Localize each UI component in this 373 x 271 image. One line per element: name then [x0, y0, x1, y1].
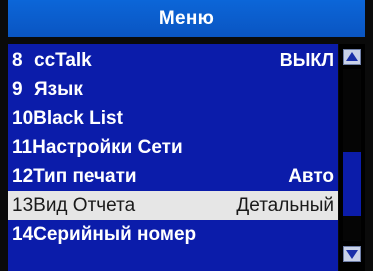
menu-item-label: ccTalk: [34, 49, 92, 71]
menu-item-label: Язык: [34, 78, 83, 100]
menu-item-black-list[interactable]: 10 Black List: [8, 104, 338, 133]
menu-item-number: 14: [12, 223, 34, 245]
menu-item-label: Настройки Сети: [32, 136, 183, 158]
menu-item-number: 10: [12, 107, 34, 129]
menu-item-label-group: 14 Серийный номер: [12, 224, 196, 246]
menu-item-label-group: 12 Тип печати: [12, 166, 137, 188]
menu-item-serial-number[interactable]: 14 Серийный номер: [8, 220, 338, 249]
menu-item-label-group: 10 Black List: [12, 108, 123, 130]
menu-item-value: Детальный: [236, 194, 334, 216]
menu-item-label-group: 13 Вид Отчета: [12, 195, 135, 217]
menu-item-number: 12: [12, 165, 34, 187]
menu-item-label: Серийный номер: [33, 223, 197, 245]
menu-item-report-type[interactable]: 13 Вид Отчета Детальный: [8, 191, 338, 220]
menu-list: 8 ccTalk ВЫКЛ 9 Язык 10 Black List 11 На…: [8, 44, 338, 271]
menu-item-label: Тип печати: [33, 165, 137, 187]
device-screen: Меню 8 ccTalk ВЫКЛ 9 Язык 10 Black List: [0, 0, 373, 271]
scroll-up-button[interactable]: [343, 49, 361, 65]
menu-item-number: 9: [12, 78, 23, 100]
up-arrow-icon: [344, 50, 360, 64]
menu-item-value: Авто: [288, 165, 334, 187]
menu-item-label: Вид Отчета: [33, 194, 136, 216]
menu-item-label-group: 9 Язык: [12, 79, 83, 101]
menu-item-number: 11: [12, 136, 33, 158]
menu-title-bar: Меню: [8, 0, 365, 37]
menu-title: Меню: [158, 7, 215, 29]
menu-item-value: ВЫКЛ: [279, 50, 334, 70]
menu-item-language[interactable]: 9 Язык: [8, 75, 338, 104]
menu-item-label-group: 11 Настройки Сети: [12, 137, 183, 159]
down-arrow-icon: [344, 247, 360, 261]
menu-item-print-type[interactable]: 12 Тип печати Авто: [8, 162, 338, 191]
scrollbar[interactable]: [339, 44, 365, 271]
menu-item-label-group: 8 ccTalk: [12, 50, 92, 72]
menu-item-label: Black List: [33, 107, 123, 129]
scrollbar-thumb[interactable]: [343, 152, 361, 216]
menu-item-number: 8: [12, 49, 23, 71]
scroll-down-button[interactable]: [343, 246, 361, 262]
menu-item-number: 13: [12, 194, 34, 216]
menu-item-network-settings[interactable]: 11 Настройки Сети: [8, 133, 338, 162]
menu-item-cctalk[interactable]: 8 ccTalk ВЫКЛ: [8, 46, 338, 75]
